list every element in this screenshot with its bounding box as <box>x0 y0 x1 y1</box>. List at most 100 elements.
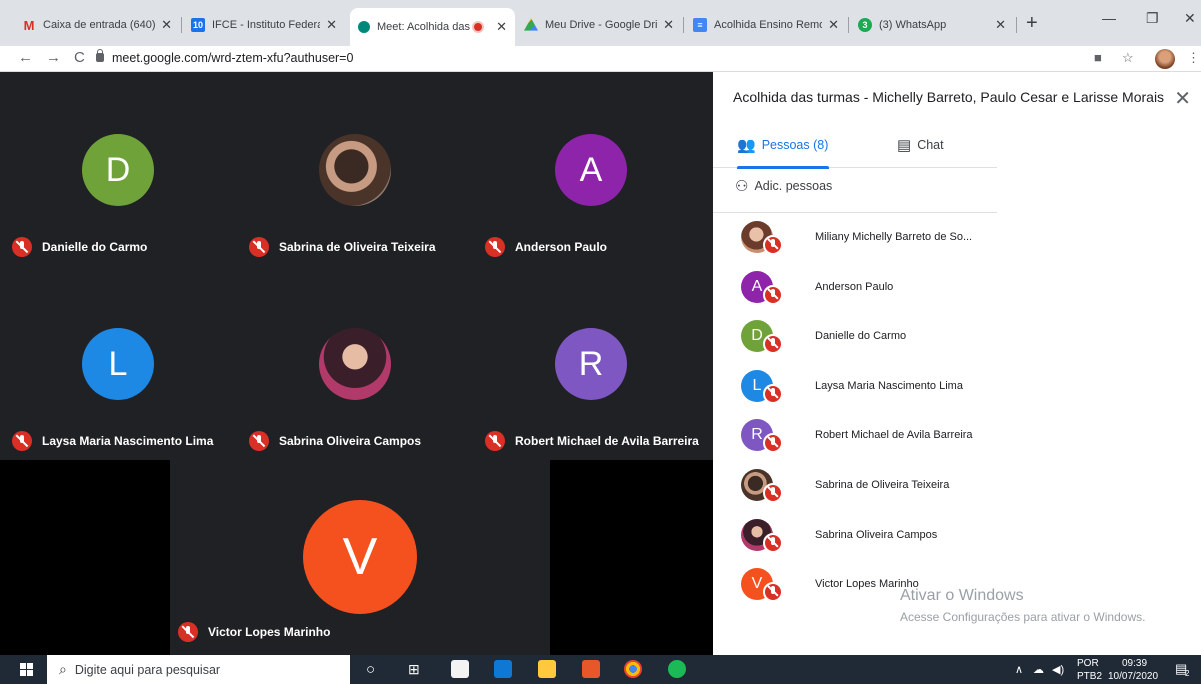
list-item[interactable]: L Laysa Maria Nascimento Lima <box>713 362 997 412</box>
close-tab-icon[interactable]: ✕ <box>663 17 674 33</box>
avatar <box>319 134 391 206</box>
tab-title: Acolhida Ensino Remot <box>714 19 823 31</box>
search-icon: ⌕ <box>59 661 67 677</box>
mic-off-icon <box>485 431 505 451</box>
close-panel-icon[interactable]: ✕ <box>1174 86 1191 111</box>
avatar: R <box>555 328 627 400</box>
meet-icon <box>358 21 370 33</box>
watermark-subtitle: Acesse Configurações para ativar o Windo… <box>900 610 1146 624</box>
forward-icon[interactable]: → <box>46 49 61 66</box>
search-placeholder: Digite aqui para pesquisar <box>74 662 221 677</box>
tab-title: Caixa de entrada (640) <box>43 19 156 31</box>
spotify-icon[interactable] <box>668 660 686 678</box>
minimize-button[interactable]: — <box>1102 10 1116 26</box>
featured-area: V Victor Lopes Marinho <box>0 460 713 655</box>
avatar: V <box>303 500 417 614</box>
task-view-icon[interactable]: ⊞ <box>408 661 420 678</box>
tab-chat-label: Chat <box>917 138 944 152</box>
participant-tile[interactable]: A Anderson Paulo <box>473 72 709 266</box>
taskbar-search[interactable]: ⌕ Digite aqui para pesquisar <box>47 655 350 684</box>
back-icon[interactable]: ← <box>18 49 33 66</box>
cortana-icon[interactable]: ○ <box>366 661 375 678</box>
lock-icon <box>96 49 104 62</box>
mic-off-icon <box>12 237 32 257</box>
tab-drive[interactable]: Meu Drive - Google Dri ✕ <box>516 10 682 40</box>
tab-chat[interactable]: ▤ Chat <box>897 122 944 168</box>
browser-tab-strip: M Caixa de entrada (640) ✕ 10 IFCE - Ins… <box>0 0 1201 46</box>
mic-off-icon <box>763 235 783 255</box>
windows-taskbar: ⌕ Digite aqui para pesquisar ○ ⊞ ∧ ☁ ◀) … <box>0 655 1201 684</box>
list-item[interactable]: R Robert Michael de Avila Barreira <box>713 411 997 461</box>
clock-date[interactable]: 10/07/2020 <box>1108 671 1158 682</box>
restore-button[interactable]: ❐ <box>1146 10 1159 27</box>
ifce-icon: 10 <box>191 18 205 32</box>
bookmark-star-icon[interactable]: ☆ <box>1122 50 1134 66</box>
close-tab-icon[interactable]: ✕ <box>496 19 507 35</box>
tab-title: IFCE - Instituto Federal <box>212 19 321 31</box>
windows-start-icon[interactable] <box>20 663 33 676</box>
participant-list: Miliany Michelly Barreto de So... A Ande… <box>713 213 997 610</box>
close-tab-icon[interactable]: ✕ <box>326 17 337 33</box>
mic-off-icon <box>249 431 269 451</box>
close-tab-icon[interactable]: ✕ <box>995 17 1006 33</box>
participant-tile[interactable]: Sabrina Oliveira Campos <box>237 266 473 460</box>
new-tab-button[interactable]: + <box>1026 12 1038 35</box>
featured-participant-tile[interactable]: V Victor Lopes Marinho <box>170 460 550 655</box>
drive-icon <box>524 18 538 31</box>
participant-tile[interactable]: Sabrina de Oliveira Teixeira <box>237 72 473 266</box>
chrome-icon[interactable] <box>624 660 642 678</box>
close-tab-icon[interactable]: ✕ <box>828 17 839 33</box>
file-explorer-icon[interactable] <box>538 660 556 678</box>
mic-off-icon <box>178 622 198 642</box>
participant-name: Danielle do Carmo <box>42 240 148 254</box>
clock-time[interactable]: 09:39 <box>1122 658 1147 669</box>
meeting-title-bar: Acolhida das turmas - Michelly Barreto, … <box>713 72 1201 122</box>
add-people-button[interactable]: ⚇ Adic. pessoas <box>735 177 832 195</box>
list-item[interactable]: Sabrina de Oliveira Teixeira <box>713 461 997 511</box>
tab-whatsapp[interactable]: 3 (3) WhatsApp ✕ <box>850 10 1014 40</box>
participant-tile[interactable]: R Robert Michael de Avila Barreira <box>473 266 709 460</box>
close-tab-icon[interactable]: ✕ <box>161 17 172 33</box>
media-icon[interactable] <box>582 660 600 678</box>
onedrive-icon[interactable]: ☁ <box>1033 663 1044 676</box>
camera-icon[interactable]: ■ <box>1094 50 1102 65</box>
volume-icon[interactable]: ◀) <box>1052 663 1064 676</box>
list-item[interactable]: Miliany Michelly Barreto de So... <box>713 213 997 263</box>
list-item[interactable]: D Danielle do Carmo <box>713 312 997 362</box>
participant-name: Robert Michael de Avila Barreira <box>515 434 699 448</box>
list-item[interactable]: A Anderson Paulo <box>713 263 997 313</box>
participant-tile[interactable]: L Laysa Maria Nascimento Lima <box>0 266 236 460</box>
keyboard-layout[interactable]: PTB2 <box>1077 671 1102 682</box>
participant-name: Victor Lopes Marinho <box>208 625 331 639</box>
mic-off-icon <box>763 532 783 553</box>
participant-name: Sabrina Oliveira Campos <box>279 434 422 448</box>
chat-icon: ▤ <box>897 137 912 154</box>
list-item[interactable]: Sabrina Oliveira Campos <box>713 511 997 561</box>
tab-people[interactable]: 👥 Pessoas (8) <box>737 122 830 169</box>
mic-off-icon <box>763 433 783 454</box>
url-field[interactable]: meet.google.com/wrd-ztem-xfu?authuser=0 <box>112 51 353 65</box>
reload-icon[interactable]: C <box>74 49 85 66</box>
language-indicator[interactable]: POR <box>1077 658 1099 669</box>
participant-name: Danielle do Carmo <box>815 330 907 343</box>
window-close-button[interactable]: ✕ <box>1184 10 1196 27</box>
participant-name: Sabrina Oliveira Campos <box>815 528 938 541</box>
mic-off-icon <box>249 237 269 257</box>
profile-avatar[interactable] <box>1155 49 1175 69</box>
people-icon: 👥 <box>737 137 756 154</box>
mail-icon[interactable] <box>494 660 512 678</box>
avatar: L <box>82 328 154 400</box>
recording-indicator-icon <box>474 23 483 31</box>
tab-ifce[interactable]: 10 IFCE - Instituto Federal ✕ <box>183 10 345 40</box>
tab-docs[interactable]: ≡ Acolhida Ensino Remot ✕ <box>685 10 847 40</box>
tray-chevron-icon[interactable]: ∧ <box>1015 663 1023 676</box>
tab-meet[interactable]: Meet: Acolhida das ✕ <box>350 8 515 46</box>
address-bar: ← → C meet.google.com/wrd-ztem-xfu?authu… <box>0 46 1201 72</box>
participant-tile[interactable]: D Danielle do Carmo <box>0 72 236 266</box>
menu-dots-icon[interactable]: ⋮ <box>1187 50 1200 66</box>
tab-title: Meet: Acolhida das <box>377 21 470 33</box>
participant-name: Robert Michael de Avila Barreira <box>815 429 973 442</box>
participant-name: Anderson Paulo <box>515 240 608 254</box>
tab-gmail[interactable]: M Caixa de entrada (640) ✕ <box>14 10 180 40</box>
store-icon[interactable] <box>451 660 469 678</box>
